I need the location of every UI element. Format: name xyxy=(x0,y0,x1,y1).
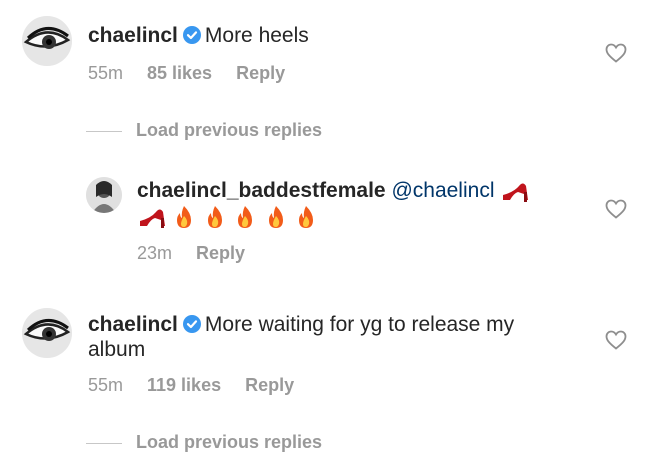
mention-link[interactable]: @chaelincl xyxy=(391,179,494,202)
fire-emoji-icon xyxy=(263,204,289,230)
reply-button[interactable]: Reply xyxy=(236,63,285,83)
high-heel-emoji-icon xyxy=(137,204,167,230)
like-heart-icon[interactable] xyxy=(605,43,627,63)
fire-emoji-icon xyxy=(202,204,228,230)
divider xyxy=(86,442,122,444)
avatar-eye-image xyxy=(22,16,72,66)
likes-count[interactable]: 119 likes xyxy=(147,375,221,395)
comment-text-line: chaelincl More waiting for yg to release … xyxy=(88,311,514,338)
comment-text: More waiting for yg to release my xyxy=(204,313,515,336)
username[interactable]: chaelincl_baddestfemale xyxy=(137,179,386,202)
emoji-row xyxy=(137,204,319,230)
load-previous-replies-button[interactable]: Load previous replies xyxy=(86,120,322,141)
reply-text-line: chaelincl_baddestfemale @chaelincl xyxy=(137,177,530,204)
timestamp: 55m xyxy=(88,63,124,83)
comment-text: More heels xyxy=(204,24,309,47)
username[interactable]: chaelincl xyxy=(88,313,178,336)
timestamp: 55m xyxy=(88,375,124,395)
comment-text-line-2: album xyxy=(88,336,145,363)
timestamp: 23m xyxy=(137,243,173,263)
fire-emoji-icon xyxy=(171,204,197,230)
divider xyxy=(86,130,122,132)
avatar[interactable] xyxy=(22,308,72,358)
reply-button[interactable]: Reply xyxy=(245,375,294,395)
username[interactable]: chaelincl xyxy=(88,24,178,47)
fire-emoji-icon xyxy=(232,204,258,230)
verified-badge-icon xyxy=(182,315,201,333)
load-previous-replies-label: Load previous replies xyxy=(136,120,323,140)
comment-2: chaelincl More waiting for yg to release … xyxy=(0,300,660,470)
avatar-eye-image xyxy=(22,308,72,358)
comment-1: chaelincl More heels 55m 85 likes Reply Loa… xyxy=(0,0,660,140)
comment-text-line: chaelincl More heels xyxy=(88,22,309,49)
verified-badge-icon xyxy=(182,26,201,44)
reply-comment: chaelincl_baddestfemale @chaelincl 23m Re… xyxy=(0,165,660,275)
load-previous-replies-label: Load previous replies xyxy=(136,432,323,452)
comment-meta: 55m 119 likes Reply xyxy=(88,375,318,396)
like-heart-icon[interactable] xyxy=(605,199,627,219)
comment-meta: 55m 85 likes Reply xyxy=(88,63,309,84)
load-previous-replies-button[interactable]: Load previous replies xyxy=(86,432,322,453)
likes-count[interactable]: 85 likes xyxy=(147,63,212,83)
avatar-photo-image xyxy=(86,177,122,213)
avatar[interactable] xyxy=(86,177,122,213)
high-heel-emoji-icon xyxy=(500,178,530,204)
reply-button[interactable]: Reply xyxy=(196,243,245,263)
avatar[interactable] xyxy=(22,16,72,66)
comment-text-continued: album xyxy=(88,338,146,361)
reply-meta: 23m Reply xyxy=(137,243,269,264)
fire-emoji-icon xyxy=(293,204,319,230)
like-heart-icon[interactable] xyxy=(605,330,627,350)
